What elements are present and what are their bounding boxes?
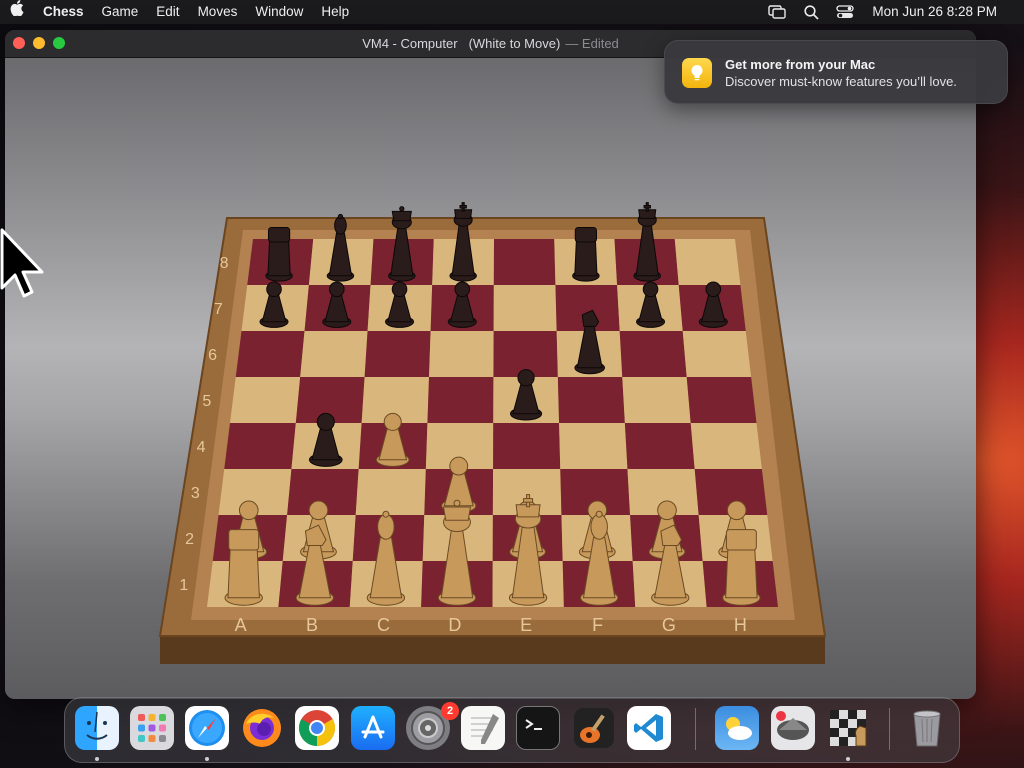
square-h4[interactable] [690,423,762,469]
control-center-icon[interactable] [828,0,862,24]
menu-bar: Chess Game Edit Moves Window Help Mon Ju… [0,0,1024,24]
rank-label: 2 [185,531,194,548]
finder-icon[interactable] [75,706,119,750]
tips-lightbulb-icon [682,58,712,88]
settings-notification-badge: 2 [441,702,459,720]
square-h8[interactable] [674,239,741,285]
square-a4[interactable] [224,423,296,469]
menu-help[interactable]: Help [312,0,358,24]
app-store-icon[interactable] [351,706,395,750]
square-d6[interactable] [429,331,494,377]
chess-app-icon[interactable] [826,706,870,750]
chrome-icon[interactable] [295,706,339,750]
file-label: G [662,615,676,635]
square-e4[interactable] [493,423,561,469]
vscode-icon[interactable] [627,706,671,750]
square-g4[interactable] [624,423,695,469]
rank-label: 1 [179,577,188,594]
rank-label: 3 [191,485,200,502]
chess-board-scene[interactable]: A B C D E F G H 1 2 3 4 5 6 7 8 [5,58,976,699]
square-f4[interactable] [559,423,628,469]
square-c3[interactable] [355,469,426,515]
dock-separator [889,708,890,750]
white-rook-h1[interactable] [722,529,761,606]
square-a5[interactable] [230,377,301,423]
window-edited-label: — Edited [565,36,619,51]
migration-assistant-icon[interactable] [771,706,815,750]
black-rook-f8[interactable] [572,226,600,282]
minimize-button[interactable] [33,37,45,49]
menu-moves[interactable]: Moves [189,0,247,24]
textedit-icon[interactable] [461,706,505,750]
file-label: F [592,615,603,635]
notification-body: Discover must-know features you’ll love. [725,74,957,89]
square-b6[interactable] [300,331,368,377]
garageband-icon[interactable] [572,706,616,750]
chess-running-indicator [846,757,850,761]
square-f5[interactable] [557,377,625,423]
rank-label: 6 [208,347,217,364]
menu-game[interactable]: Game [93,0,148,24]
square-h5[interactable] [686,377,757,423]
file-label: C [377,615,390,635]
finder-running-indicator [95,757,99,761]
weather-icon[interactable] [715,706,759,750]
chess-window: VM4 - Computer (White to Move) — Edited … [5,30,976,699]
zoom-button[interactable] [53,37,65,49]
dock-separator [695,708,696,750]
black-rook-a8[interactable] [265,226,293,282]
file-label: E [520,615,532,635]
safari-running-indicator [205,757,209,761]
square-h6[interactable] [682,331,752,377]
menu-edit[interactable]: Edit [147,0,188,24]
square-c6[interactable] [364,331,431,377]
mouse-pointer-icon [0,228,46,307]
square-e7[interactable] [493,285,557,331]
square-g6[interactable] [619,331,687,377]
rank-label: 8 [220,255,229,272]
window-subtitle: (White to Move) [468,36,561,51]
notification-title: Get more from your Mac [725,57,876,72]
apple-menu-icon[interactable] [0,0,34,24]
white-rook-a1[interactable] [224,529,263,606]
menu-clock[interactable]: Mon Jun 26 8:28 PM [862,0,1006,24]
file-label: H [734,615,747,635]
menu-window[interactable]: Window [246,0,312,24]
screen-mirroring-icon[interactable] [760,0,794,24]
board-frame-edge [160,636,825,664]
spotlight-search-icon[interactable] [794,0,828,24]
rank-label: 4 [197,439,206,456]
launchpad-icon[interactable] [130,706,174,750]
file-label: A [235,615,247,635]
close-button[interactable] [13,37,25,49]
safari-icon[interactable] [185,706,229,750]
rank-label: 7 [214,301,223,318]
menu-app-chess[interactable]: Chess [34,0,93,24]
firefox-icon[interactable] [240,706,284,750]
notification-banner[interactable]: Get more from your Mac Discover must-kno… [664,40,1008,104]
rank-label: 5 [202,393,211,410]
square-e8[interactable] [493,239,556,285]
terminal-icon[interactable] [516,706,560,750]
trash-icon[interactable] [905,706,949,750]
square-a6[interactable] [235,331,305,377]
file-label: B [306,615,318,635]
file-label: D [448,615,461,635]
window-title: VM4 - Computer [362,36,458,51]
dock [64,697,960,763]
square-g5[interactable] [622,377,691,423]
square-d5[interactable] [427,377,494,423]
board-viewport[interactable]: A B C D E F G H 1 2 3 4 5 6 7 8 [5,58,976,699]
